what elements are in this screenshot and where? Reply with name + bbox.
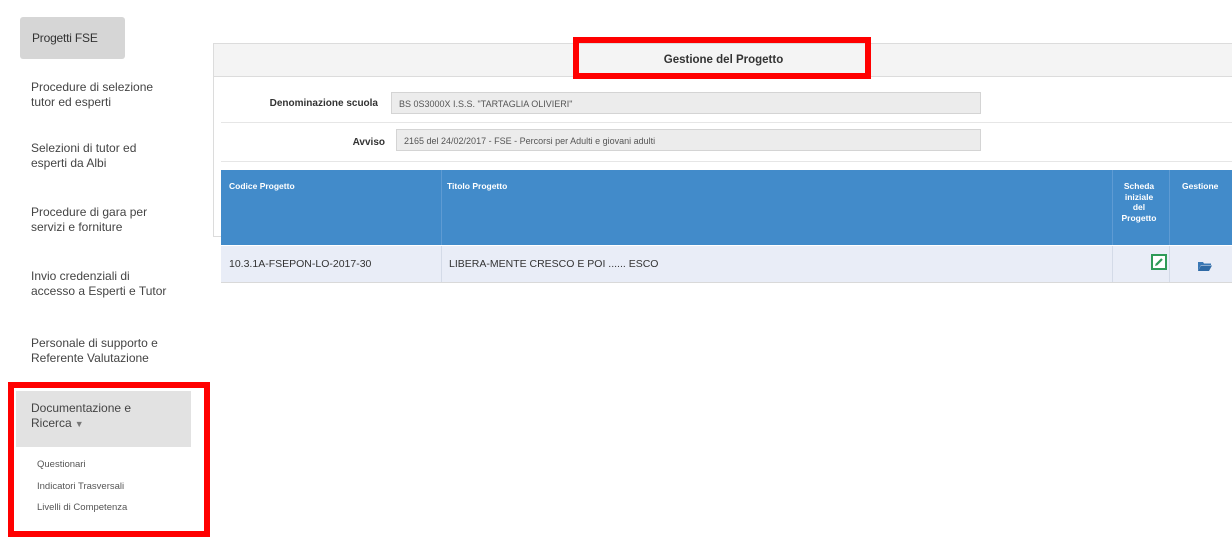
denominazione-label: Denominazione scuola — [269, 98, 378, 109]
avviso-label: Avviso — [352, 137, 385, 148]
progetti-fse-label: Progetti FSE — [32, 31, 98, 45]
sidebar-item-label: tutor ed esperti — [31, 95, 112, 109]
header-titolo-progetto: Titolo Progetto — [447, 181, 508, 191]
highlight-box-title — [573, 37, 871, 79]
form-row-denominazione: Denominazione scuola BS 0S3000X I.S.S. "… — [221, 84, 1232, 123]
sidebar-item-label: Procedure di gara per — [31, 205, 148, 219]
edit-icon[interactable] — [1151, 254, 1167, 270]
sidebar-item-procedure-selezione[interactable]: Procedure di selezione tutor ed esperti — [16, 80, 191, 110]
table-header: Codice Progetto Titolo Progetto Scheda i… — [221, 170, 1232, 245]
header-divider — [1169, 170, 1170, 245]
highlight-box-documentazione — [8, 382, 210, 537]
sidebar-item-label: servizi e forniture — [31, 220, 123, 234]
header-divider — [441, 170, 442, 245]
folder-open-icon[interactable] — [1198, 258, 1212, 271]
table-row: 10.3.1A-FSEPON-LO-2017-30 LIBERA-MENTE C… — [221, 246, 1232, 283]
denominazione-field[interactable]: BS 0S3000X I.S.S. "TARTAGLIA OLIVIERI" — [391, 92, 981, 114]
cell-codice-progetto: 10.3.1A-FSEPON-LO-2017-30 — [229, 258, 372, 270]
header-scheda-iniziale: Scheda iniziale del Progetto — [1114, 181, 1164, 223]
cell-titolo-progetto: LIBERA-MENTE CRESCO E POI ...... ESCO — [449, 258, 659, 270]
sidebar-item-invio-credenziali[interactable]: Invio credenziali di accesso a Esperti e… — [16, 269, 191, 299]
row-divider — [1112, 246, 1113, 282]
header-scheda-line: iniziale — [1124, 191, 1154, 202]
header-codice-progetto: Codice Progetto — [229, 181, 295, 191]
header-gestione: Gestione — [1182, 181, 1219, 191]
sidebar-item-personale-supporto[interactable]: Personale di supporto e Referente Valuta… — [16, 336, 191, 366]
row-divider — [441, 246, 442, 282]
progetti-fse-button[interactable]: Progetti FSE — [20, 17, 125, 59]
header-scheda-line: Progetto — [1121, 212, 1157, 223]
row-divider — [1169, 246, 1170, 282]
sidebar-item-label: Invio credenziali di — [31, 269, 130, 283]
avviso-field[interactable]: 2165 del 24/02/2017 - FSE - Percorsi per… — [396, 129, 981, 151]
sidebar-item-label: esperti da Albi — [31, 156, 107, 170]
sidebar-item-label: Personale di supporto e — [31, 336, 158, 350]
sidebar-item-label: accesso a Esperti e Tutor — [31, 284, 167, 298]
header-divider — [1112, 170, 1113, 245]
form-row-avviso: Avviso 2165 del 24/02/2017 - FSE - Perco… — [221, 123, 1232, 162]
header-scheda-line: Scheda — [1123, 181, 1155, 191]
sidebar-item-label: Referente Valutazione — [31, 351, 149, 365]
sidebar-item-label: Procedure di selezione — [31, 80, 154, 94]
header-scheda-line: del — [1132, 202, 1146, 212]
sidebar-item-label: Selezioni di tutor ed — [31, 141, 137, 155]
sidebar-item-selezioni-albi[interactable]: Selezioni di tutor ed esperti da Albi — [16, 141, 191, 171]
sidebar-item-procedure-gara[interactable]: Procedure di gara per servizi e fornitur… — [16, 205, 191, 235]
